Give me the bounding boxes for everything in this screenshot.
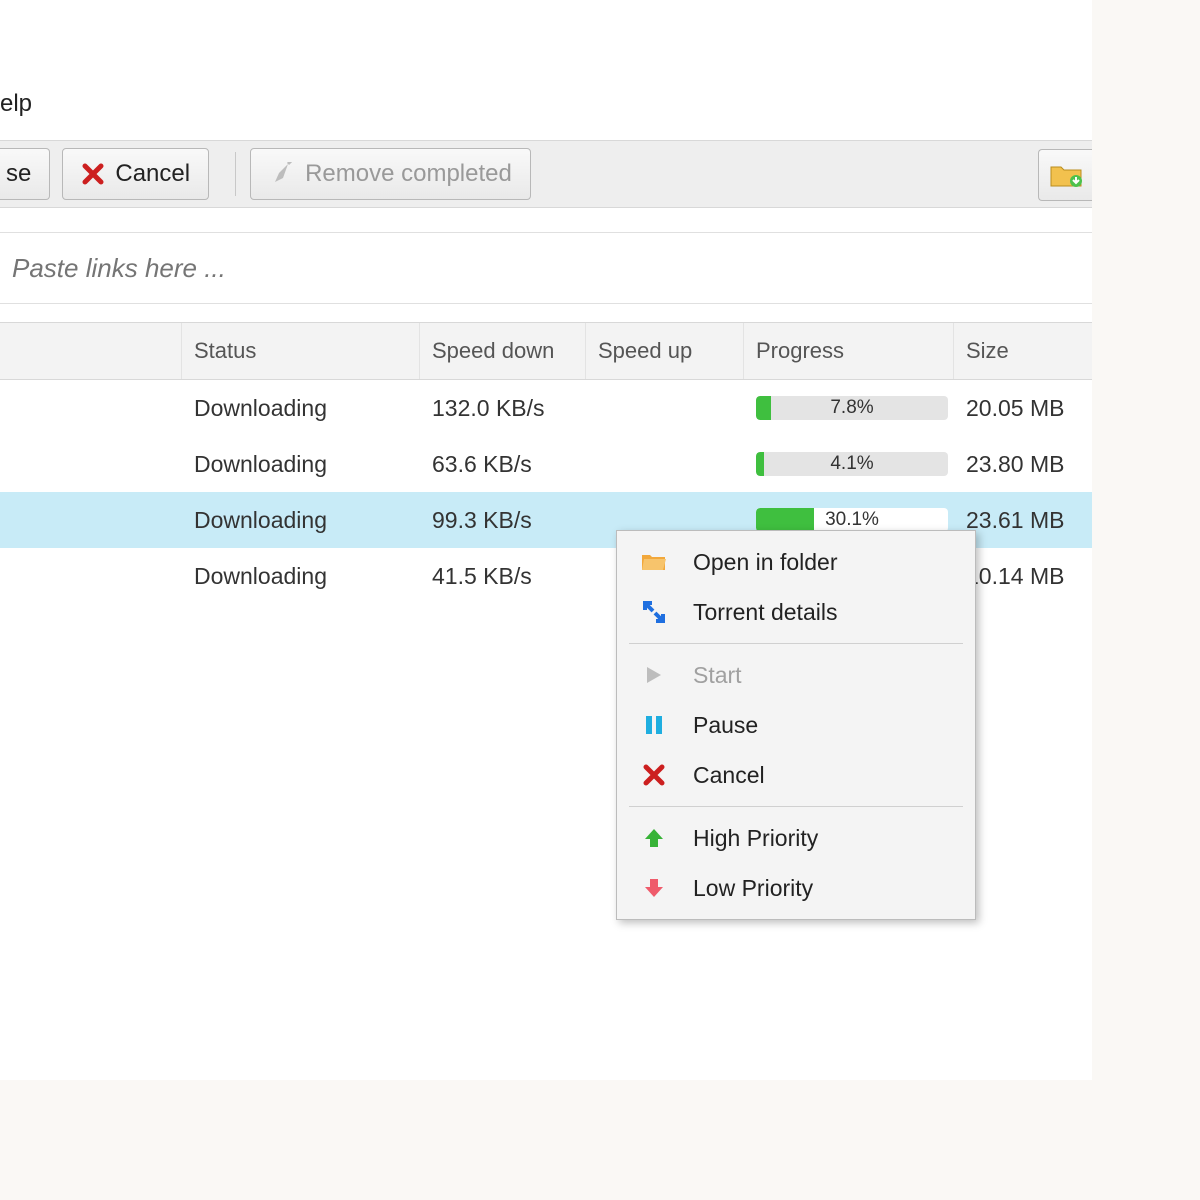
paste-links-input[interactable] — [12, 233, 1092, 303]
progress-bar: 30.1% — [756, 508, 948, 532]
cell-speed-up — [586, 380, 744, 436]
progress-bar: 4.1% — [756, 452, 948, 476]
menu-open-in-folder-label: Open in folder — [693, 549, 837, 576]
cancel-button-label: Cancel — [115, 160, 190, 188]
progress-label: 4.1% — [756, 452, 948, 476]
menu-high-priority-label: High Priority — [693, 825, 818, 852]
pause-button[interactable]: se — [0, 148, 50, 200]
cell-blank — [0, 548, 182, 604]
progress-bar: 7.8% — [756, 396, 948, 420]
paste-links-bar — [0, 232, 1092, 304]
menu-torrent-details-label: Torrent details — [693, 599, 837, 626]
pause-icon — [637, 714, 671, 736]
menu-high-priority[interactable]: High Priority — [619, 813, 973, 863]
menu-help[interactable]: elp — [0, 90, 32, 118]
remove-completed-button[interactable]: Remove completed — [250, 148, 531, 200]
menu-torrent-details[interactable]: Torrent details — [619, 587, 973, 637]
cell-status: Downloading — [182, 492, 420, 548]
column-blank[interactable] — [0, 323, 182, 379]
menu-start-label: Start — [693, 662, 742, 689]
column-progress[interactable]: Progress — [744, 323, 954, 379]
cell-size: 20.05 MB — [954, 380, 1092, 436]
pause-button-label: se — [6, 160, 31, 188]
menu-open-in-folder[interactable]: Open in folder — [619, 537, 973, 587]
cell-status: Downloading — [182, 380, 420, 436]
cell-speed-down: 63.6 KB/s — [420, 436, 586, 492]
menu-separator — [629, 643, 963, 644]
arrow-down-icon — [637, 877, 671, 899]
progress-label: 30.1% — [756, 508, 948, 532]
menu-pause-label: Pause — [693, 712, 758, 739]
broom-icon — [269, 162, 295, 186]
progress-label: 7.8% — [756, 396, 948, 420]
toolbar: se Cancel Remove completed — [0, 140, 1092, 208]
cell-size: 23.80 MB — [954, 436, 1092, 492]
cell-status: Downloading — [182, 548, 420, 604]
remove-completed-label: Remove completed — [305, 160, 512, 188]
table-row[interactable]: Downloading 132.0 KB/s 7.8% 20.05 MB — [0, 380, 1092, 436]
table-header: Status Speed down Speed up Progress Size — [0, 322, 1092, 380]
arrow-up-icon — [637, 827, 671, 849]
menu-separator — [629, 806, 963, 807]
menu-start[interactable]: Start — [619, 650, 973, 700]
app-window: elp se Cancel Remove completed — [0, 0, 1092, 1080]
folder-download-icon — [1050, 162, 1082, 188]
cancel-icon — [81, 162, 105, 186]
cell-blank — [0, 492, 182, 548]
menu-pause[interactable]: Pause — [619, 700, 973, 750]
folder-open-icon — [637, 552, 671, 572]
cell-speed-up — [586, 436, 744, 492]
open-folder-button[interactable] — [1038, 149, 1092, 201]
column-size[interactable]: Size — [954, 323, 1092, 379]
column-speed-up[interactable]: Speed up — [586, 323, 744, 379]
context-menu: Open in folder Torrent details Start Pau… — [616, 530, 976, 920]
cell-blank — [0, 436, 182, 492]
cell-speed-down: 41.5 KB/s — [420, 548, 586, 604]
menu-cancel[interactable]: Cancel — [619, 750, 973, 800]
menu-low-priority-label: Low Priority — [693, 875, 813, 902]
cell-progress: 7.8% — [744, 380, 954, 436]
expand-icon — [637, 601, 671, 623]
cell-blank — [0, 380, 182, 436]
cancel-icon — [637, 764, 671, 786]
play-icon — [637, 665, 671, 685]
table-row[interactable]: Downloading 63.6 KB/s 4.1% 23.80 MB — [0, 436, 1092, 492]
column-speed-down[interactable]: Speed down — [420, 323, 586, 379]
cell-speed-down: 132.0 KB/s — [420, 380, 586, 436]
column-status[interactable]: Status — [182, 323, 420, 379]
cell-progress: 4.1% — [744, 436, 954, 492]
cancel-button[interactable]: Cancel — [62, 148, 209, 200]
toolbar-separator — [235, 152, 236, 196]
cell-status: Downloading — [182, 436, 420, 492]
cell-speed-down: 99.3 KB/s — [420, 492, 586, 548]
menu-cancel-label: Cancel — [693, 762, 765, 789]
menu-low-priority[interactable]: Low Priority — [619, 863, 973, 913]
